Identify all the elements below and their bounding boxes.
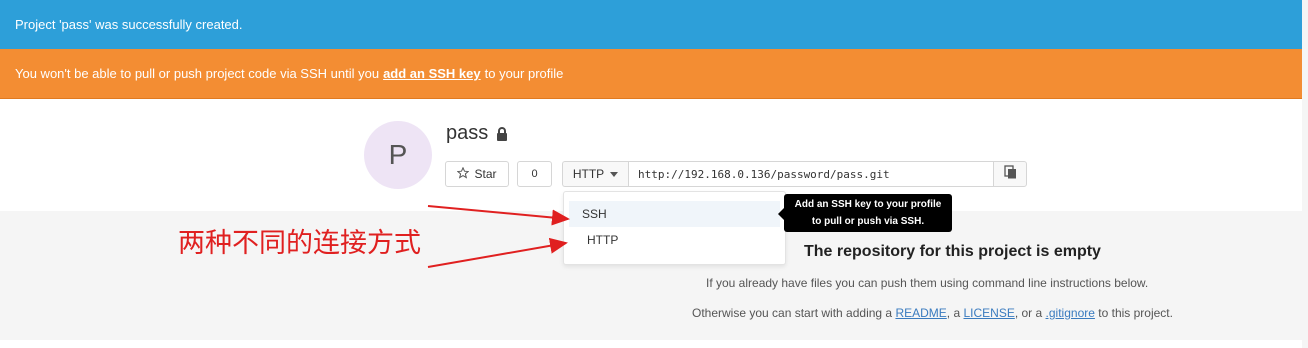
- arrow-to-ssh: [427, 205, 570, 226]
- arrow-to-http: [427, 237, 568, 268]
- annotation-arrows: [427, 205, 570, 268]
